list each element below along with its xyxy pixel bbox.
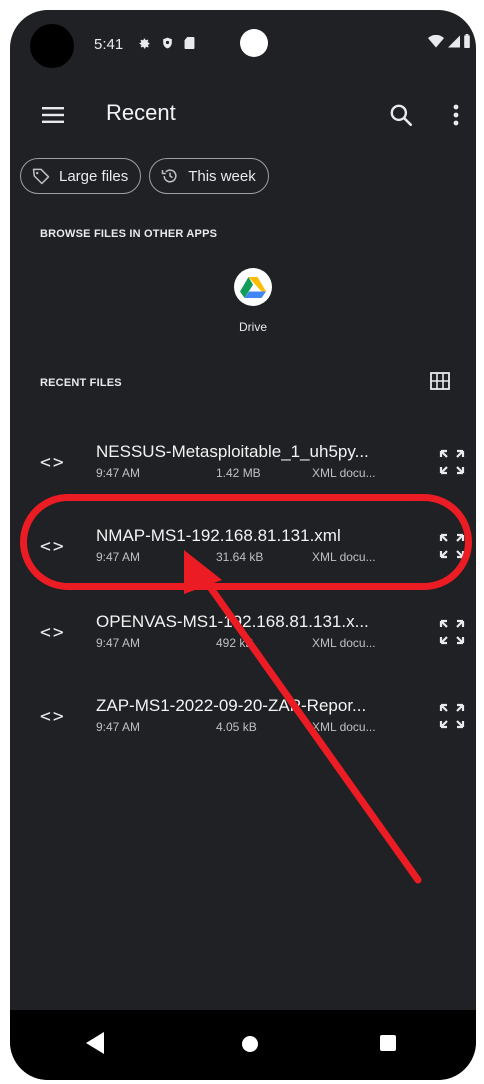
chip-label: Large files	[59, 167, 129, 185]
file-name: ZAP-MS1-2022-09-20-ZAP-Repor...	[96, 696, 367, 715]
file-time: 9:47 AM	[96, 720, 141, 734]
page-title: Recent	[106, 100, 176, 125]
phone-screen: 5:41 Recent Large files This week BROWSE…	[10, 10, 476, 1080]
recents-icon[interactable]	[380, 1035, 396, 1051]
file-type: XML docu...	[312, 720, 376, 734]
file-name: OPENVAS-MS1-192.168.81.131.x...	[96, 612, 369, 631]
file-row[interactable]: <> ZAP-MS1-2022-09-20-ZAP-Repor... 9:47 …	[10, 692, 476, 752]
status-icons-left	[138, 36, 195, 50]
browse-section-label: BROWSE FILES IN OTHER APPS	[40, 228, 218, 240]
file-name: NMAP-MS1-192.168.81.131.xml	[96, 526, 341, 545]
shield-icon	[163, 37, 172, 49]
more-options-icon[interactable]	[446, 102, 466, 128]
sd-card-icon	[184, 36, 195, 50]
drive-app-button[interactable]: Drive	[226, 268, 280, 334]
file-type: XML docu...	[312, 550, 376, 564]
file-time: 9:47 AM	[96, 466, 141, 480]
chip-this-week[interactable]: This week	[149, 158, 269, 194]
code-brackets-icon: <>	[40, 536, 66, 557]
navigation-bar	[10, 1010, 476, 1080]
code-brackets-icon: <>	[40, 706, 66, 727]
file-size: 492 kB	[216, 636, 254, 650]
notification-dot	[240, 29, 268, 57]
file-type: XML docu...	[312, 636, 376, 650]
filter-chips: Large files This week	[20, 158, 269, 194]
back-icon[interactable]	[86, 1032, 104, 1054]
code-brackets-icon: <>	[40, 622, 66, 643]
drive-logo-icon	[234, 268, 272, 306]
file-size: 31.64 kB	[216, 550, 264, 564]
status-icons-right	[428, 34, 470, 48]
chip-label: This week	[188, 167, 256, 185]
chip-large-files[interactable]: Large files	[20, 158, 142, 194]
history-icon	[161, 169, 177, 183]
expand-arrows-icon[interactable]	[438, 532, 466, 560]
expand-arrows-icon[interactable]	[438, 618, 466, 646]
expand-arrows-icon[interactable]	[438, 702, 466, 730]
file-time: 9:47 AM	[96, 550, 141, 564]
file-type: XML docu...	[312, 466, 376, 480]
file-size: 4.05 kB	[216, 720, 257, 734]
app-bar: Recent	[10, 88, 476, 144]
wifi-icon	[428, 34, 444, 47]
status-bar: 5:41	[10, 10, 476, 78]
expand-arrows-icon[interactable]	[438, 448, 466, 476]
drive-app-label: Drive	[238, 320, 267, 334]
recent-files-section-label: RECENT FILES	[40, 377, 122, 389]
grid-view-icon[interactable]	[430, 372, 450, 390]
file-time: 9:47 AM	[96, 636, 141, 650]
search-icon[interactable]	[388, 102, 414, 128]
file-name: NESSUS-Metasploitable_1_uh5py...	[96, 442, 369, 461]
signal-icon	[448, 35, 460, 47]
file-row[interactable]: <> OPENVAS-MS1-192.168.81.131.x... 9:47 …	[10, 608, 476, 668]
tag-icon	[32, 168, 50, 185]
hamburger-menu-icon[interactable]	[42, 106, 64, 124]
file-row[interactable]: <> NMAP-MS1-192.168.81.131.xml 9:47 AM 3…	[10, 522, 476, 582]
settings-icon	[139, 38, 150, 49]
status-time: 5:41	[94, 36, 124, 53]
code-brackets-icon: <>	[40, 452, 66, 473]
file-size: 1.42 MB	[216, 466, 261, 480]
file-row[interactable]: <> NESSUS-Metasploitable_1_uh5py... 9:47…	[10, 438, 476, 498]
home-icon[interactable]	[242, 1036, 258, 1052]
battery-icon	[464, 34, 470, 48]
